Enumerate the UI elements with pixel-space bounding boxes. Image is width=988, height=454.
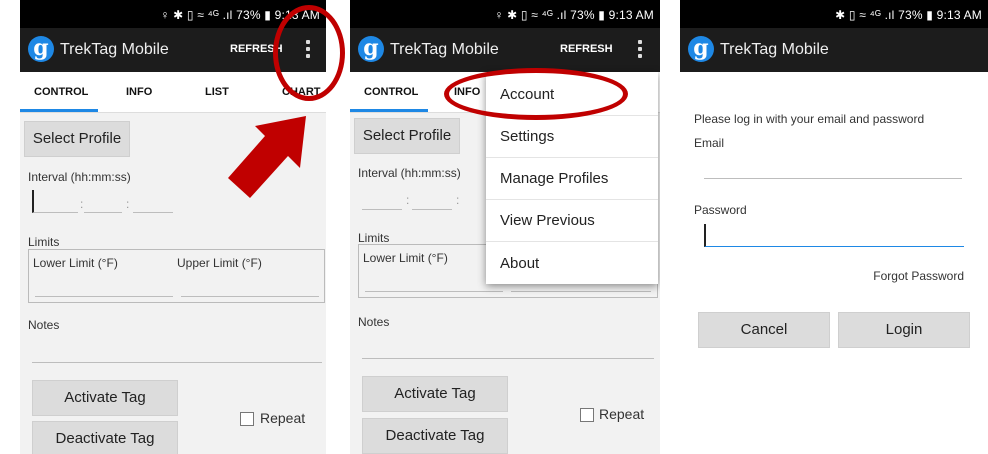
panel-login-screen: ✱ ▯ ≈ ⁴ᴳ .ıl 73% ▮ 9:13 AM g TrekTag Mob… <box>680 0 988 454</box>
tab-control[interactable]: CONTROL <box>364 86 418 98</box>
forgot-password-link[interactable]: Forgot Password <box>873 269 964 283</box>
app-bar: g TrekTag Mobile REFRESH <box>350 28 660 72</box>
lower-limit-label: Lower Limit (°F) <box>363 251 448 265</box>
interval-minutes-field[interactable] <box>412 209 452 210</box>
menu-divider <box>486 199 658 200</box>
menu-divider <box>486 157 658 158</box>
lower-limit-field[interactable] <box>35 296 173 297</box>
tab-info[interactable]: INFO <box>126 86 152 98</box>
tab-indicator <box>350 109 428 112</box>
login-button[interactable]: Login <box>838 312 970 348</box>
upper-limit-label: Upper Limit (°F) <box>177 256 262 270</box>
app-title: TrekTag Mobile <box>390 41 499 58</box>
repeat-label: Repeat <box>260 410 306 426</box>
annotation-ring-account <box>444 68 628 120</box>
email-label: Email <box>694 136 725 150</box>
menu-item-manage-profiles[interactable]: Manage Profiles <box>500 170 608 187</box>
email-field[interactable] <box>704 178 962 179</box>
notes-label: Notes <box>358 315 390 329</box>
status-text: ♀ ✱ ▯ ≈ ⁴ᴳ .ıl 73% ▮ 9:13 AM <box>494 8 654 22</box>
notes-field[interactable] <box>362 358 654 359</box>
limits-box: Lower Limit (°F) Upper Limit (°F) <box>28 249 325 303</box>
app-title: TrekTag Mobile <box>60 41 169 58</box>
cancel-button[interactable]: Cancel <box>698 312 830 348</box>
select-profile-button[interactable]: Select Profile <box>354 118 460 154</box>
menu-item-view-previous[interactable]: View Previous <box>500 212 595 229</box>
menu-item-about[interactable]: About <box>500 255 539 272</box>
password-label: Password <box>694 203 747 217</box>
interval-label: Interval (hh:mm:ss) <box>28 170 131 184</box>
interval-minutes-field[interactable] <box>84 212 122 213</box>
limits-label: Limits <box>358 231 390 245</box>
app-bar: g TrekTag Mobile <box>680 28 988 72</box>
repeat-checkbox[interactable] <box>240 412 254 426</box>
interval-label: Interval (hh:mm:ss) <box>358 166 461 180</box>
deactivate-tag-button[interactable]: Deactivate Tag <box>32 421 178 454</box>
status-bar: ✱ ▯ ≈ ⁴ᴳ .ıl 73% ▮ 9:13 AM <box>680 0 988 28</box>
activate-tag-button[interactable]: Activate Tag <box>32 380 178 416</box>
refresh-button[interactable]: REFRESH <box>560 43 613 55</box>
limits-label: Limits <box>28 235 60 249</box>
activate-tag-button[interactable]: Activate Tag <box>362 376 508 412</box>
app-title: TrekTag Mobile <box>720 41 829 58</box>
repeat-checkbox[interactable] <box>580 408 594 422</box>
menu-divider <box>486 241 658 242</box>
interval-seconds-field[interactable] <box>133 212 173 213</box>
interval-colon: : <box>406 193 410 207</box>
app-logo-icon: g <box>28 36 54 62</box>
upper-limit-field[interactable] <box>181 296 319 297</box>
repeat-label: Repeat <box>599 406 645 422</box>
lower-limit-label: Lower Limit (°F) <box>33 256 118 270</box>
login-body: Please log in with your email and passwo… <box>680 72 988 454</box>
tab-indicator <box>20 109 98 112</box>
lower-limit-field[interactable] <box>365 291 503 292</box>
deactivate-tag-button[interactable]: Deactivate Tag <box>362 418 508 454</box>
select-profile-button[interactable]: Select Profile <box>24 121 130 157</box>
annotation-ring-kebab <box>273 5 345 101</box>
tab-control[interactable]: CONTROL <box>34 86 88 98</box>
panel-menu-open: ♀ ✱ ▯ ≈ ⁴ᴳ .ıl 73% ▮ 9:13 AM g TrekTag M… <box>350 0 660 454</box>
interval-colon: : <box>456 193 460 207</box>
app-logo-icon: g <box>688 36 714 62</box>
status-bar: ♀ ✱ ▯ ≈ ⁴ᴳ .ıl 73% ▮ 9:13 AM <box>350 0 660 28</box>
overflow-menu-icon[interactable] <box>637 40 643 60</box>
interval-hours-field[interactable] <box>362 209 402 210</box>
status-text: ✱ ▯ ≈ ⁴ᴳ .ıl 73% ▮ 9:13 AM <box>835 8 982 22</box>
interval-colon: : <box>80 197 84 211</box>
menu-item-settings[interactable]: Settings <box>500 128 554 145</box>
notes-field[interactable] <box>32 362 322 363</box>
login-prompt: Please log in with your email and passwo… <box>694 112 925 126</box>
app-logo-icon: g <box>358 36 384 62</box>
password-field[interactable] <box>704 224 964 247</box>
notes-label: Notes <box>28 318 60 332</box>
upper-limit-field[interactable] <box>511 291 651 292</box>
interval-hours-field[interactable] <box>32 190 78 213</box>
interval-colon: : <box>126 197 130 211</box>
